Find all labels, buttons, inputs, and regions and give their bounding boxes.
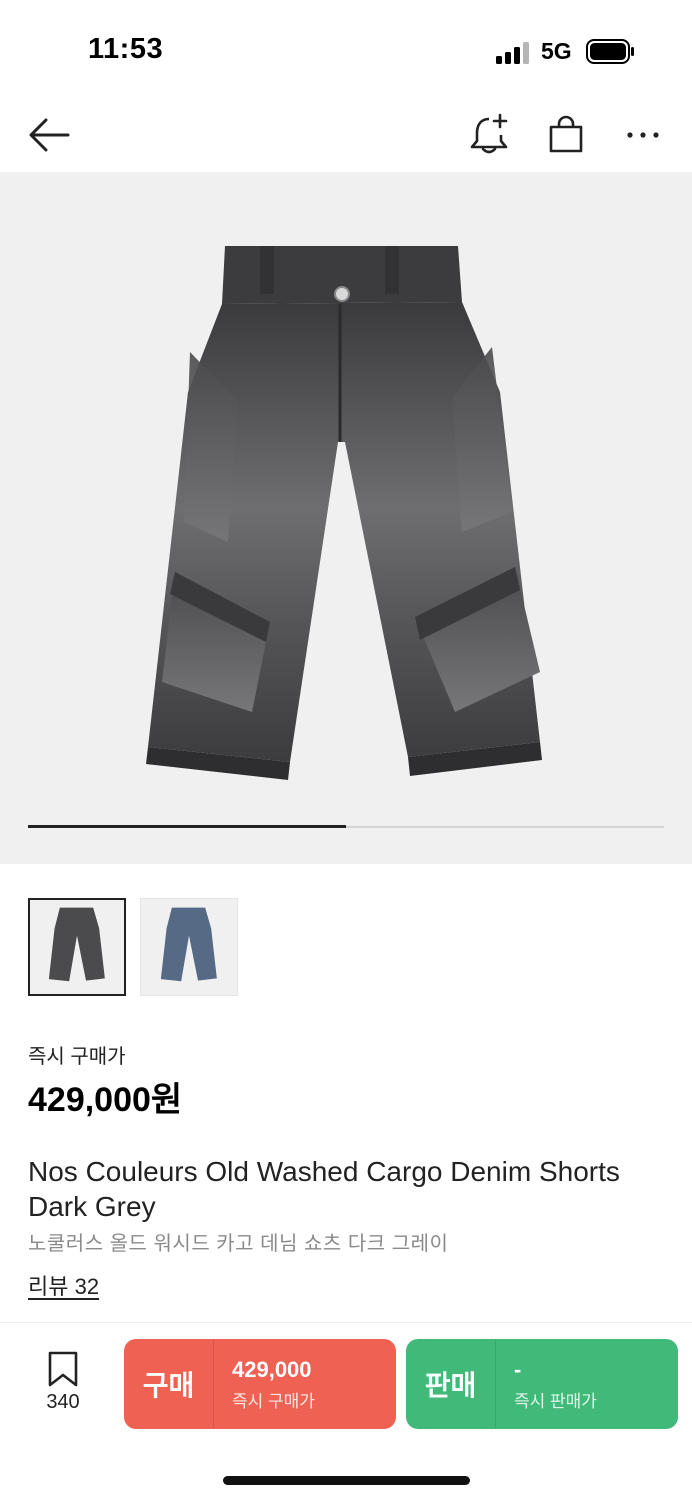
battery-icon xyxy=(586,39,634,64)
sell-label: 판매 xyxy=(406,1339,496,1429)
sell-price: - xyxy=(514,1356,522,1382)
product-title: Nos Couleurs Old Washed Cargo Denim Shor… xyxy=(28,1156,620,1222)
thumbnail-blue[interactable] xyxy=(140,898,238,996)
sell-button[interactable]: 판매 - 즉시 판매가 xyxy=(406,1339,678,1429)
back-button[interactable] xyxy=(24,110,74,160)
status-time: 11:53 xyxy=(88,33,164,65)
shopping-bag-button[interactable] xyxy=(542,108,590,160)
back-arrow-icon xyxy=(29,118,70,152)
price-label: 즉시 구매가 xyxy=(28,1046,126,1068)
buy-label: 구매 xyxy=(124,1339,214,1429)
reviews-link[interactable]: 리뷰 32 xyxy=(28,1269,99,1301)
thumbnail-image xyxy=(48,907,105,982)
buy-price: 429,000 xyxy=(232,1356,312,1382)
network-type: 5G xyxy=(541,38,572,64)
cellular-signal-icon xyxy=(496,42,529,64)
buy-caption: 즉시 구매가 xyxy=(232,1391,315,1411)
bottom-action-bar: 340 구매 429,000 즉시 구매가 판매 - 즉시 판매가 xyxy=(0,1322,692,1440)
bell-plus-icon xyxy=(470,113,508,154)
thumbnail-list xyxy=(28,898,238,996)
thumbnail-dark-grey[interactable] xyxy=(28,898,126,996)
buy-button[interactable]: 구매 429,000 즉시 구매가 xyxy=(124,1339,396,1429)
product-image-gallery[interactable] xyxy=(0,172,692,864)
bookmark-count: 340 xyxy=(46,1391,80,1413)
bookmark-icon xyxy=(48,1351,78,1387)
product-title-korean: 노쿨러스 올드 워시드 카고 데님 쇼츠 다크 그레이 xyxy=(28,1233,449,1255)
sell-caption: 즉시 판매가 xyxy=(514,1391,597,1411)
home-indicator xyxy=(223,1476,470,1485)
bookmark-button[interactable]: 340 xyxy=(30,1351,96,1414)
thumbnail-image xyxy=(160,907,217,982)
status-bar: 11:53 5G xyxy=(0,0,692,100)
price-value: 429,000원 xyxy=(28,1081,183,1119)
price-alert-button[interactable] xyxy=(464,108,514,160)
shopping-bag-icon xyxy=(549,115,583,153)
gallery-progress-indicator xyxy=(28,825,346,828)
top-nav-bar xyxy=(0,100,692,172)
more-options-button[interactable] xyxy=(618,110,668,160)
more-dots-icon xyxy=(627,132,659,138)
product-image xyxy=(146,246,542,780)
